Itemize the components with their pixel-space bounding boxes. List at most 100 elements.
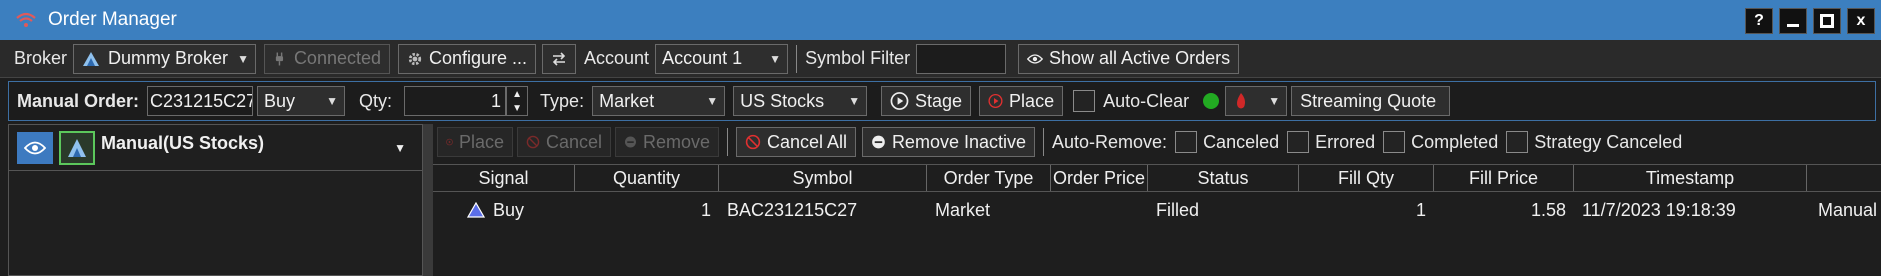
order-remove-label: Remove xyxy=(642,131,710,152)
auto-clear-checkbox[interactable] xyxy=(1073,90,1096,112)
column-header-source[interactable] xyxy=(1807,165,1881,191)
broker-label: Broker xyxy=(14,48,68,68)
order-place-label: Place xyxy=(458,131,504,152)
manual-symbol-value: C231215C27 xyxy=(150,90,254,111)
minimize-button[interactable] xyxy=(1779,8,1807,34)
canceled-label: Canceled xyxy=(1203,131,1280,152)
table-row[interactable]: Buy 1 BAC231215C27 Market Filled 1 1.58 … xyxy=(433,194,1881,226)
completed-label: Completed xyxy=(1411,131,1499,152)
chevron-down-icon[interactable]: ▼ xyxy=(394,141,406,155)
qty-stepper[interactable]: ▲ ▼ xyxy=(506,86,529,116)
symbol-filter-label: Symbol Filter xyxy=(805,48,911,68)
strategy-title: Manual(US Stocks) xyxy=(101,133,265,153)
orders-table-header: Signal Quantity Symbol Order Type Order … xyxy=(433,164,1881,192)
plug-icon xyxy=(275,52,284,65)
chevron-down-icon: ▼ xyxy=(769,51,782,66)
chevron-down-icon: ▼ xyxy=(1268,94,1281,108)
column-header-order-price[interactable]: Order Price xyxy=(1051,165,1148,191)
strategy-canceled-label: Strategy Canceled xyxy=(1534,131,1683,152)
stage-label: Stage xyxy=(915,90,963,111)
order-type-select[interactable]: Market ▼ xyxy=(592,86,726,116)
close-button[interactable]: x xyxy=(1847,8,1875,34)
toolbar-divider xyxy=(1043,128,1044,156)
stage-button[interactable]: Stage xyxy=(881,86,972,116)
errored-label: Errored xyxy=(1315,131,1376,152)
place-button[interactable]: Place xyxy=(979,86,1064,116)
column-header-fill-qty[interactable]: Fill Qty xyxy=(1299,165,1434,191)
broker-icon xyxy=(83,51,100,66)
column-header-timestamp[interactable]: Timestamp xyxy=(1574,165,1807,191)
cancel-all-button[interactable]: Cancel All xyxy=(736,127,856,157)
wifi-icon xyxy=(12,9,40,31)
visibility-toggle[interactable] xyxy=(17,131,53,164)
column-header-symbol[interactable]: Symbol xyxy=(719,165,927,191)
broker-value: Dummy Broker xyxy=(108,48,229,68)
side-value: Buy xyxy=(264,90,296,111)
order-remove-button[interactable]: Remove xyxy=(615,127,719,157)
column-header-quantity[interactable]: Quantity xyxy=(575,165,719,191)
help-button[interactable]: ? xyxy=(1745,8,1773,34)
chevron-down-icon: ▼ xyxy=(326,94,339,108)
auto-remove-label: Auto-Remove: xyxy=(1052,131,1168,152)
completed-checkbox[interactable] xyxy=(1383,131,1406,153)
strategy-panel: Manual(US Stocks) ▼ xyxy=(8,124,423,276)
errored-checkbox[interactable] xyxy=(1287,131,1310,153)
stepper-up-icon[interactable]: ▲ xyxy=(507,87,527,101)
market-select[interactable]: US Stocks ▼ xyxy=(733,86,868,116)
symbol-filter-input[interactable] xyxy=(916,43,1007,74)
strategy-panel-header[interactable]: Manual(US Stocks) ▼ xyxy=(9,125,422,171)
play-icon-red xyxy=(988,93,1003,109)
canceled-checkbox[interactable] xyxy=(1175,131,1198,153)
maximize-button[interactable] xyxy=(1813,8,1841,34)
streaming-quote-button[interactable]: Streaming Quote xyxy=(1291,86,1451,116)
connected-button[interactable]: Connected xyxy=(264,43,391,74)
auto-clear-label: Auto-Clear xyxy=(1103,90,1190,111)
cell-source: Manual xyxy=(1817,199,1877,220)
swap-button[interactable] xyxy=(542,43,577,74)
strategy-canceled-checkbox[interactable] xyxy=(1506,131,1529,153)
column-header-status[interactable]: Status xyxy=(1148,165,1299,191)
manual-symbol-input[interactable]: C231215C27 xyxy=(147,86,254,116)
gear-icon xyxy=(408,52,422,65)
remove-icon xyxy=(624,136,636,148)
configure-button[interactable]: Configure ... xyxy=(398,43,537,74)
splitter[interactable] xyxy=(423,124,433,276)
connection-status-icon xyxy=(1203,93,1220,109)
qty-label: Qty: xyxy=(359,90,393,111)
cell-timestamp: 11/7/2023 19:18:39 xyxy=(1582,199,1736,220)
market-value: US Stocks xyxy=(740,90,825,111)
eye-icon xyxy=(24,141,46,154)
show-all-active-orders-button[interactable]: Show all Active Orders xyxy=(1018,43,1240,74)
column-header-signal[interactable]: Signal xyxy=(433,165,575,191)
column-header-fill-price[interactable]: Fill Price xyxy=(1434,165,1574,191)
play-icon xyxy=(446,138,453,146)
order-place-button[interactable]: Place xyxy=(437,127,513,157)
remove-inactive-label: Remove Inactive xyxy=(891,131,1026,152)
broker-toolbar: Broker Dummy Broker ▼ Connected Configur… xyxy=(0,40,1881,78)
qty-value: 1 xyxy=(491,90,502,111)
qty-input[interactable]: 1 xyxy=(404,86,507,116)
account-value: Account 1 xyxy=(662,48,743,68)
account-select[interactable]: Account 1 ▼ xyxy=(655,43,789,74)
manual-order-bar: Manual Order: C231215C27 Buy ▼ Qty: 1 ▲ … xyxy=(8,81,1876,121)
column-header-order-type[interactable]: Order Type xyxy=(927,165,1051,191)
cell-fill-price: 1.58 xyxy=(1530,199,1566,220)
remove-icon xyxy=(872,135,885,149)
orders-panel: Place Cancel Remove Cancel All Remove In… xyxy=(433,124,1881,276)
signal-value: Buy xyxy=(493,199,525,220)
streaming-quote-label: Streaming Quote xyxy=(1300,90,1437,111)
stepper-down-icon[interactable]: ▼ xyxy=(507,101,527,115)
strategy-icon xyxy=(59,130,95,165)
cell-fill-qty: 1 xyxy=(1415,199,1426,220)
title-bar: Order Manager ? x xyxy=(0,0,1881,40)
order-cancel-button[interactable]: Cancel xyxy=(517,127,611,157)
remove-inactive-button[interactable]: Remove Inactive xyxy=(862,127,1035,157)
window-title: Order Manager xyxy=(48,9,177,30)
buy-triangle-icon xyxy=(467,202,485,218)
quote-source-select[interactable]: ▼ xyxy=(1225,86,1288,116)
chevron-down-icon: ▼ xyxy=(237,51,250,66)
broker-select[interactable]: Dummy Broker ▼ xyxy=(73,43,257,74)
account-label: Account xyxy=(584,48,650,68)
toolbar-divider xyxy=(796,44,798,73)
side-select[interactable]: Buy ▼ xyxy=(257,86,346,116)
